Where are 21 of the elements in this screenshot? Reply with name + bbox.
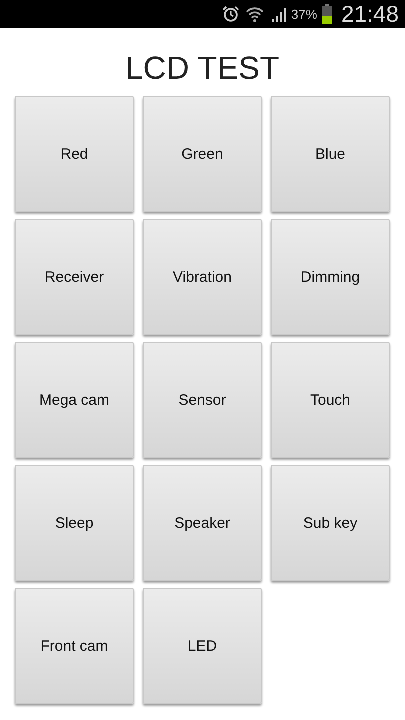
wifi-icon <box>245 5 266 23</box>
page-title: LCD TEST <box>124 49 281 88</box>
test-button[interactable]: Dimming <box>271 219 390 335</box>
test-button[interactable]: Touch <box>271 342 390 458</box>
battery-percentage: 37% <box>291 6 318 22</box>
test-button[interactable]: Green <box>143 96 262 212</box>
test-button[interactable]: Red <box>15 96 134 212</box>
test-button[interactable]: LED <box>143 588 262 704</box>
signal-icon <box>270 6 286 22</box>
test-button[interactable]: Sleep <box>15 465 134 581</box>
test-button[interactable]: Mega cam <box>15 342 134 458</box>
test-button[interactable]: Blue <box>271 96 390 212</box>
test-button[interactable]: Speaker <box>143 465 262 581</box>
test-button[interactable]: Sensor <box>143 342 262 458</box>
test-button[interactable]: Front cam <box>15 588 134 704</box>
status-time: 21:48 <box>341 0 399 28</box>
test-button[interactable]: Vibration <box>143 219 262 335</box>
test-button[interactable]: Receiver <box>15 219 134 335</box>
battery-icon <box>322 4 332 24</box>
alarm-clock-icon <box>222 5 240 23</box>
test-button[interactable]: Sub key <box>271 465 390 581</box>
